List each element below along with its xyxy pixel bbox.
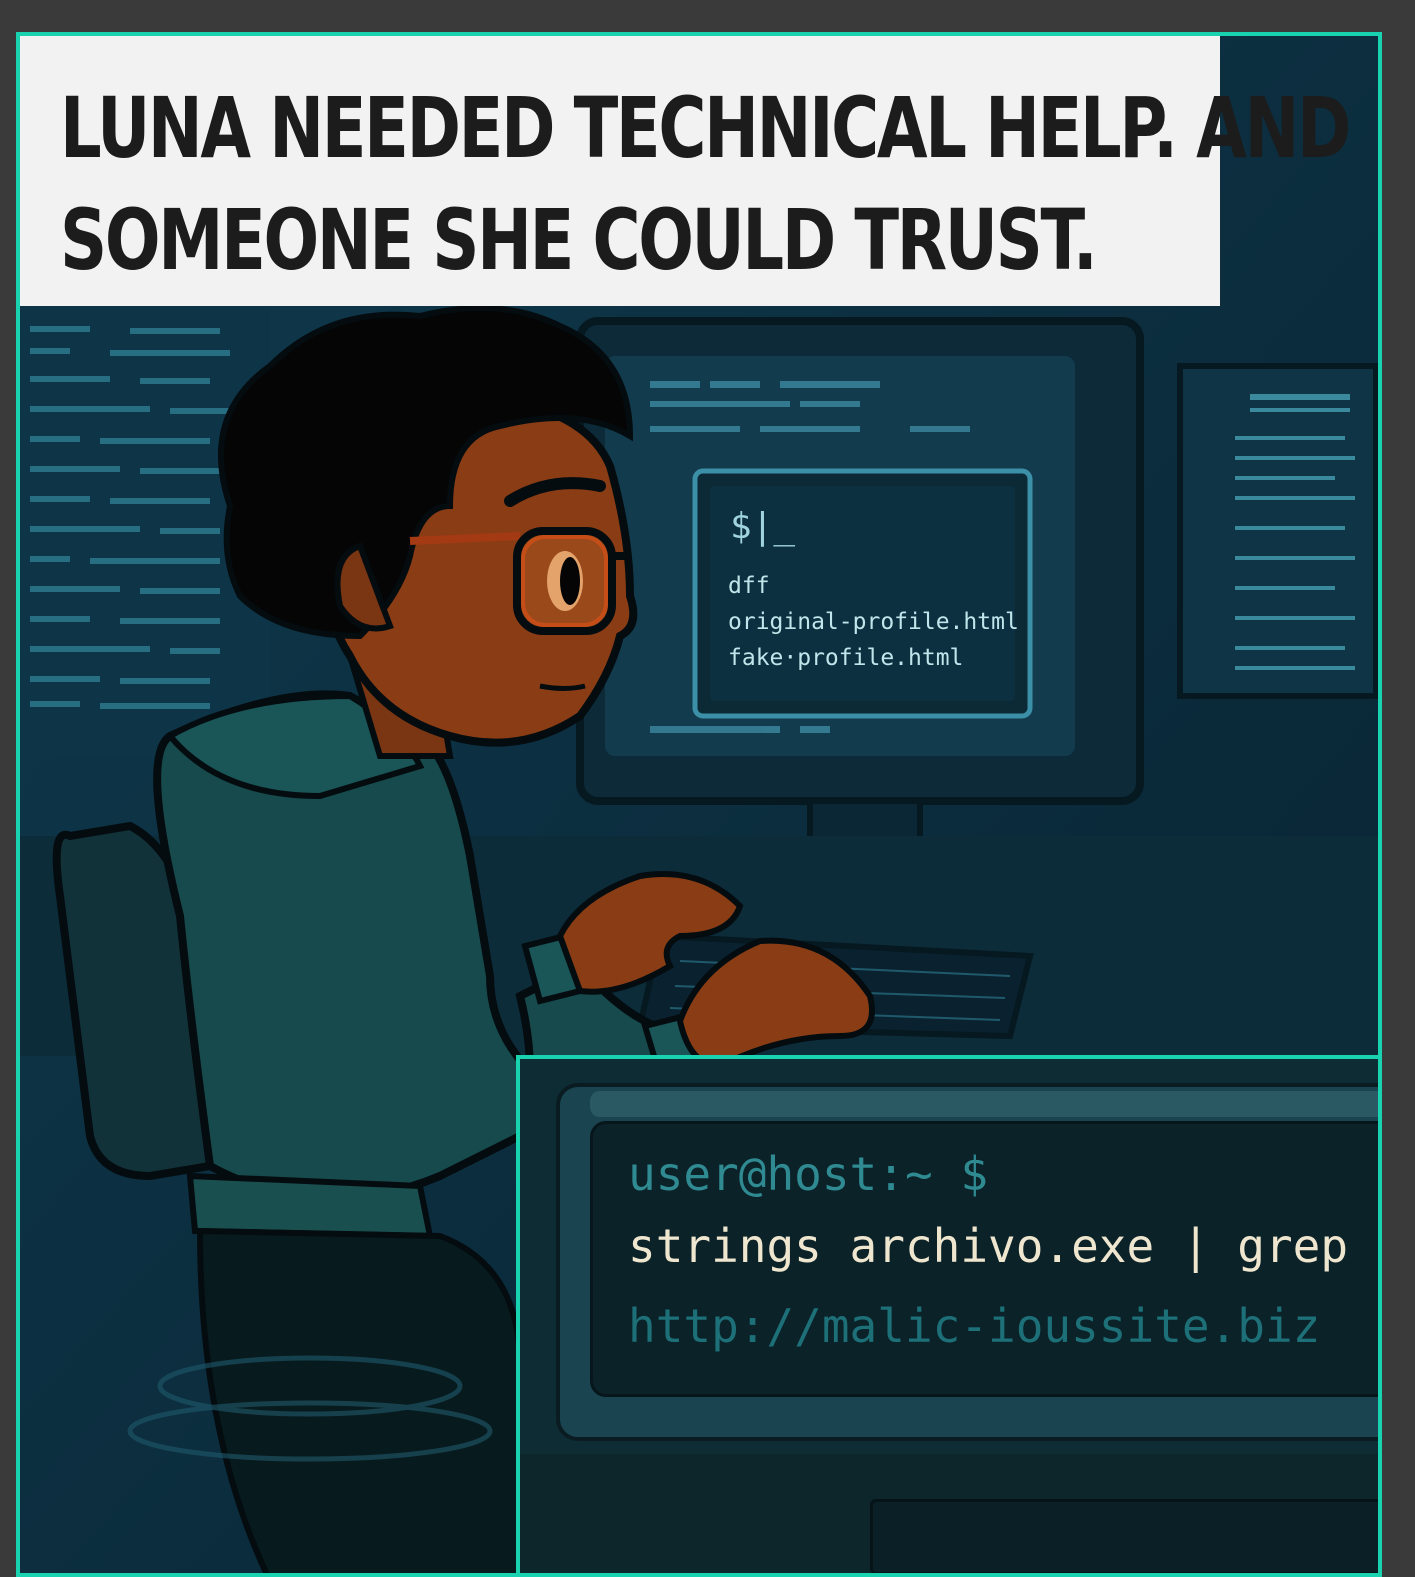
monitor-line-2: original-profile.html (728, 609, 1019, 635)
closeup-stand (870, 1499, 1378, 1573)
terminal-prompt: user@host:~ $ (628, 1147, 989, 1201)
comic-panel: LUNA NEEDED TECHNICAL HELP. AND SOMEONE … (16, 32, 1382, 1577)
terminal-output-url: http://malic-ioussite.biz (628, 1299, 1321, 1353)
mouth (539, 683, 586, 691)
terminal-closeup-inset: user@host:~ $ strings archivo.exe | grep… (516, 1055, 1382, 1573)
caption-line-2: SOMEONE SHE COULD TRUST. (60, 191, 1098, 289)
closeup-title-bar (590, 1091, 1378, 1117)
monitor-line-3: fake·profile.html (728, 645, 964, 671)
monitor-prompt: $|_ (730, 506, 796, 547)
hoodie-waistband (186, 1172, 434, 1240)
caption-box: LUNA NEEDED TECHNICAL HELP. AND SOMEONE … (20, 36, 1351, 306)
terminal-command: strings archivo.exe | grep htt (628, 1219, 1382, 1273)
caption-line-1: LUNA NEEDED TECHNICAL HELP. AND (60, 79, 1351, 177)
monitor-line-1: dff (728, 573, 770, 599)
